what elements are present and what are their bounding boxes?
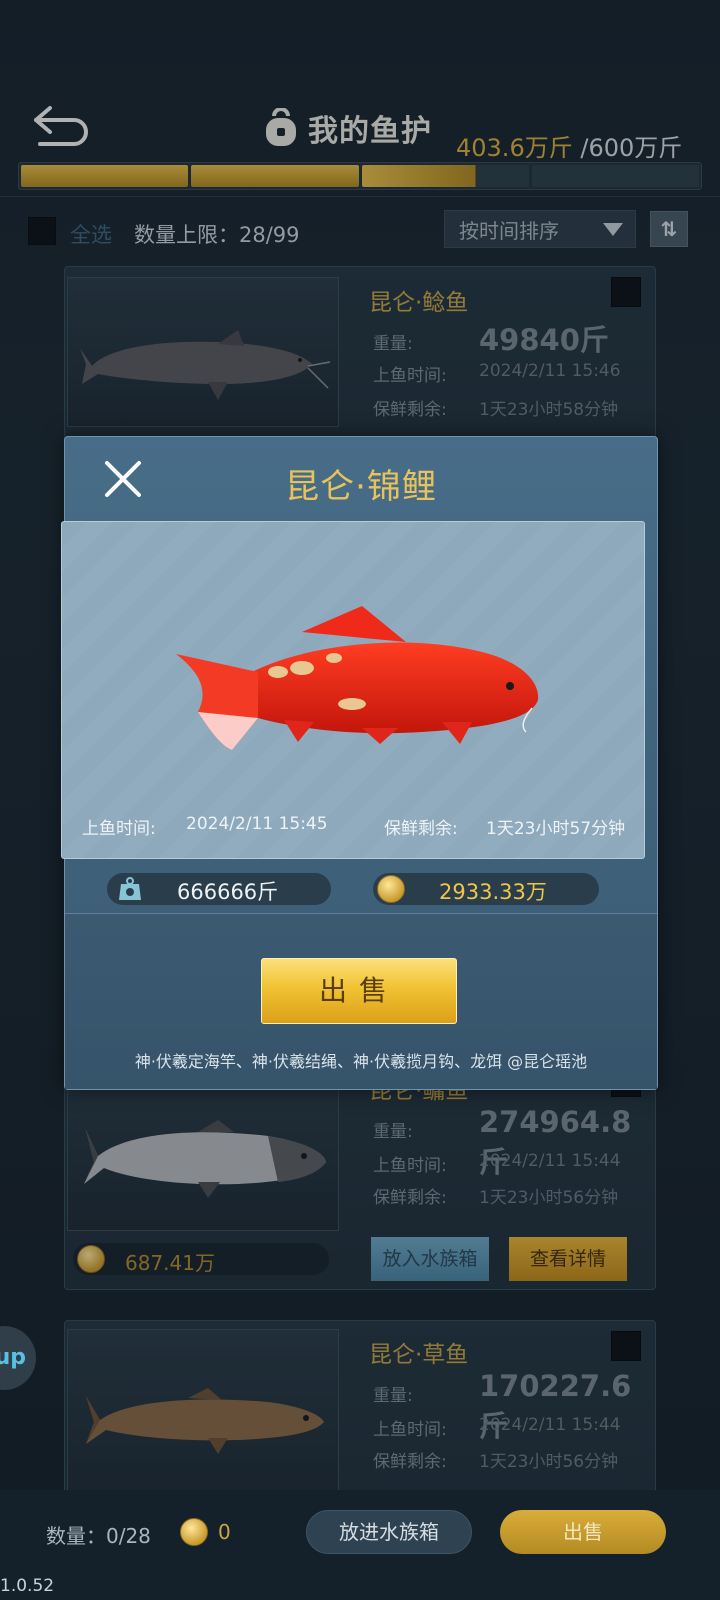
fish-name: 昆仑·鲶鱼 [369,290,469,316]
sort-order-button[interactable]: ⇅ [650,211,688,247]
catch-time-label: 上鱼时间: [373,366,447,386]
sort-dropdown-label: 按时间排序 [459,218,559,243]
fish-bag-icon [266,108,296,146]
fresh-remaining: 1天23小时57分钟 [486,819,626,839]
catch-time: 2024/2/11 15:46 [479,361,621,381]
chevron-down-icon [603,223,623,236]
catch-time: 2024/2/11 15:44 [479,1415,621,1435]
capacity-segment [531,165,699,187]
catch-time-label: 上鱼时间: [373,1420,447,1440]
sort-dropdown[interactable]: 按时间排序 [444,210,636,248]
fresh-remaining: 1天23小时56分钟 [479,1188,619,1208]
sell-button[interactable]: 出售 [261,958,457,1024]
fish-name: 昆仑·草鱼 [369,1342,469,1368]
selected-coin-value: 0 [218,1520,231,1544]
quantity-limit: 数量上限：28/99 [134,223,300,247]
back-icon[interactable] [30,102,92,150]
fish-image [67,277,339,427]
capacity-segment [191,165,359,187]
catch-time: 2024/2/11 15:45 [186,814,328,834]
put-in-aquarium-button[interactable]: 放入水族箱 [371,1237,489,1281]
fresh-label: 保鲜剩余: [373,1188,447,1208]
catch-time: 2024/2/11 15:44 [479,1151,621,1171]
coin-icon [180,1518,208,1546]
fresh-label: 保鲜剩余: [384,819,458,839]
view-details-button[interactable]: 查看详情 [509,1237,627,1281]
weight-label: 重量: [373,334,413,354]
catch-time-label: 上鱼时间: [82,819,156,839]
fish-select-checkbox[interactable] [611,277,641,307]
capacity-current: 403.6万斤 [456,134,573,162]
value-pill: 2933.33万 [373,873,599,905]
weight-label: 重量: [373,1122,413,1142]
sell-selected-button[interactable]: 出售 [500,1510,666,1554]
fresh-label: 保鲜剩余: [373,1452,447,1472]
capacity-segment [361,165,529,187]
version-label: 1.0.52 [0,1576,55,1596]
header-divider [0,196,720,197]
capacity-readout: 403.6万斤 /600万斤 [456,128,682,163]
fish-detail-modal: 昆仑·锦鲤 上鱼时间: 2024/2/11 15:45 保鲜剩余: 1天23小时… [61,436,658,1090]
fresh-remaining: 1天23小时58分钟 [479,400,619,420]
fish-image [67,1329,339,1499]
coin-icon [77,1245,105,1273]
fresh-remaining: 1天23小时56分钟 [479,1452,619,1472]
coin-icon [377,875,405,903]
modal-action-area: 出售 神·伏羲定海竿、神·伏羲结绳、神·伏羲揽月钩、龙饵 @昆仑瑶池 [65,913,657,1089]
capacity-bar [18,162,702,190]
put-in-aquarium-all-button[interactable]: 放进水族箱 [306,1510,472,1554]
title-text: 我的鱼护 [308,114,432,149]
modal-weight: 666666斤 [177,880,279,904]
fish-select-checkbox[interactable] [611,1331,641,1361]
selected-count: 数量：0/28 [46,1524,151,1548]
fish-image [67,1071,339,1231]
catch-source: 神·伏羲定海竿、神·伏羲结绳、神·伏羲揽月钩、龙饵 @昆仑瑶池 [134,1052,588,1071]
fresh-label: 保鲜剩余: [373,400,447,420]
capacity-segment [21,165,189,187]
side-float-button[interactable]: up [0,1326,36,1390]
page-title: 我的鱼护 [262,106,432,150]
select-all-checkbox[interactable] [28,217,56,245]
capacity-max: /600万斤 [580,134,683,162]
fish-value-pill: 687.41万 [73,1243,329,1275]
modal-title: 昆仑·锦鲤 [285,467,437,507]
fish-weight: 49840斤 [479,323,609,357]
weight-pill: 666666斤 [107,873,331,905]
fish-value: 687.41万 [125,1251,215,1275]
weight-label: 重量: [373,1386,413,1406]
koi-image: 上鱼时间: 2024/2/11 15:45 保鲜剩余: 1天23小时57分钟 [61,521,645,859]
scale-icon [119,877,141,900]
catch-time-label: 上鱼时间: [373,1156,447,1176]
modal-value: 2933.33万 [439,880,547,904]
select-all-label[interactable]: 全选 [70,219,112,249]
